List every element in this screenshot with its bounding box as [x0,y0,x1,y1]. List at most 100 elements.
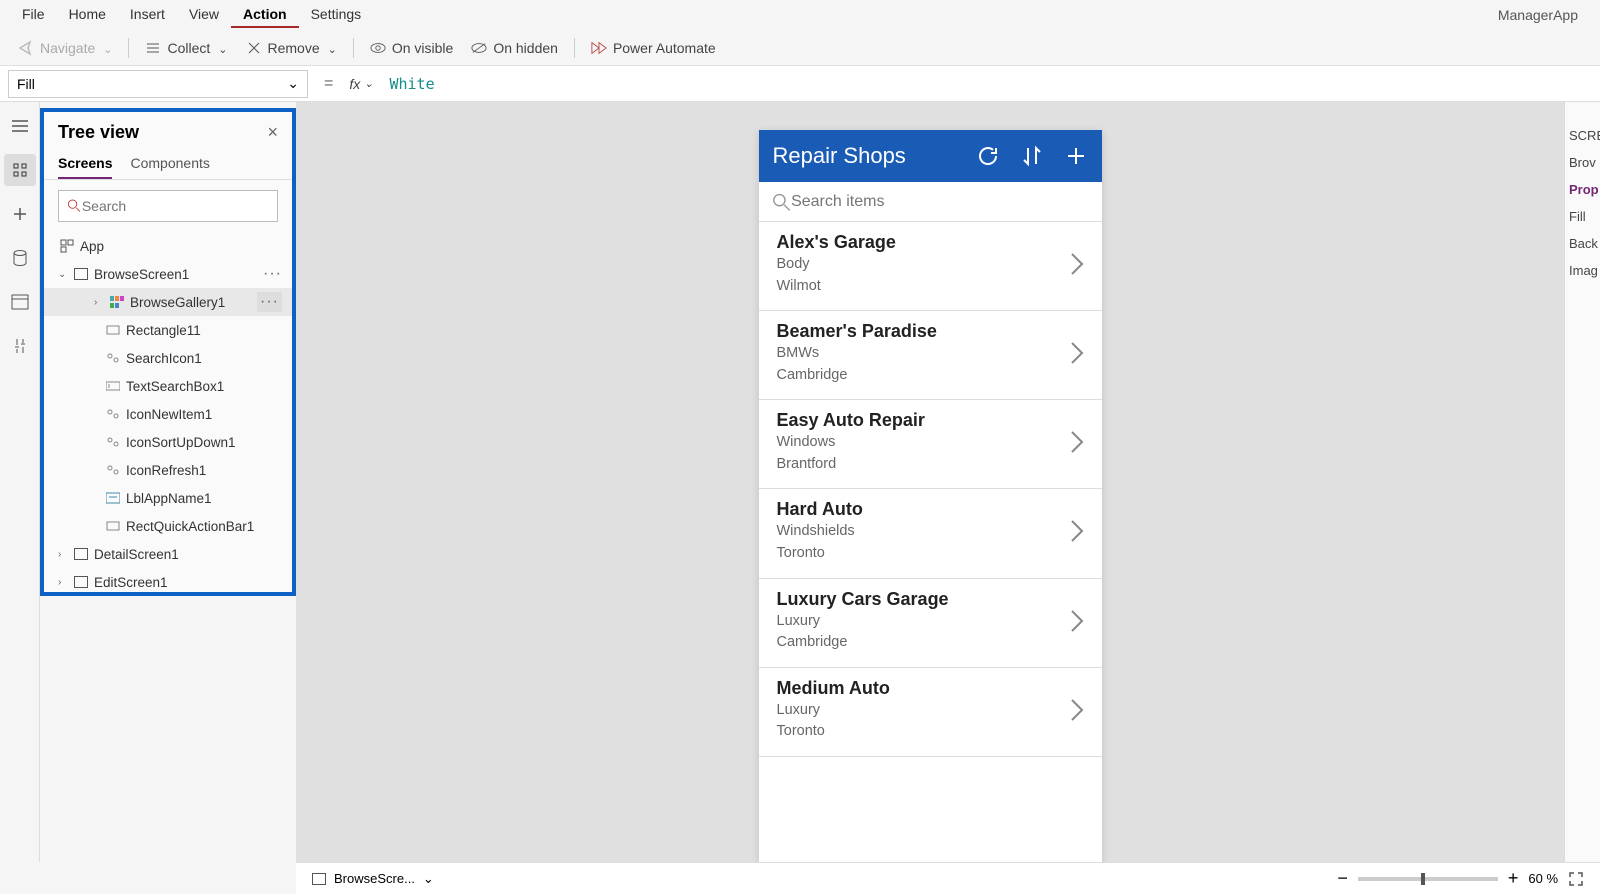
list-item[interactable]: Luxury Cars GarageLuxuryCambridge [759,579,1102,668]
collect-button[interactable]: Collect [137,36,235,60]
zoom-out-button[interactable]: − [1337,868,1348,889]
item-line2: Toronto [777,722,890,742]
icon-control-icon [104,406,122,422]
tree-node-browsegallery1[interactable]: › BrowseGallery1 ··· [44,288,292,316]
app-icon [58,238,76,254]
menu-settings[interactable]: Settings [299,2,374,28]
search-bar[interactable] [759,182,1102,222]
remove-button[interactable]: Remove [238,36,345,60]
close-icon[interactable]: × [267,122,278,143]
on-hidden-button[interactable]: On hidden [463,36,566,60]
tree-node-lblappname1[interactable]: LblAppName1 [44,484,292,512]
tree-node-editscreen1[interactable]: › EditScreen1 [44,568,292,596]
canvas[interactable]: Repair Shops Alex's GarageBodyWi [296,102,1564,862]
menu-action[interactable]: Action [231,2,299,28]
prop-fill[interactable]: Fill [1565,203,1600,230]
item-line1: BMWs [777,344,937,364]
chevron-right-icon[interactable] [1070,430,1084,454]
chevron-right-icon[interactable] [1070,519,1084,543]
item-title: Beamer's Paradise [777,321,937,342]
chevron-right-icon[interactable] [1070,698,1084,722]
list-item[interactable]: Easy Auto RepairWindowsBrantford [759,400,1102,489]
tree-node-app[interactable]: App [44,232,292,260]
more-icon[interactable]: ··· [257,292,282,312]
main-layout: Tree view × Screens Components App ⌄ [0,102,1600,862]
list-item[interactable]: Beamer's ParadiseBMWsCambridge [759,311,1102,400]
tree-tabs: Screens Components [44,147,292,180]
on-visible-button[interactable]: On visible [362,36,461,60]
item-line2: Toronto [777,544,863,564]
list-item[interactable]: Alex's GarageBodyWilmot [759,222,1102,311]
item-line2: Wilmot [777,277,896,297]
tree-search[interactable] [58,190,278,222]
icon-control-icon [104,350,122,366]
menubar-items: File Home Insert View Action Settings [10,2,373,28]
hamburger-icon[interactable] [4,110,36,142]
properties-tab[interactable]: Prop [1565,176,1600,203]
item-line2: Cambridge [777,366,937,386]
search-icon [771,191,792,213]
sort-icon[interactable] [1020,144,1044,168]
chevron-right-icon[interactable]: › [58,549,72,560]
chevron-right-icon[interactable] [1070,252,1084,276]
tree-node-iconnewitem1[interactable]: IconNewItem1 [44,400,292,428]
prop-image[interactable]: Imag [1565,257,1600,284]
app-preview: Repair Shops Alex's GarageBodyWi [759,130,1102,862]
menu-file[interactable]: File [10,2,57,28]
media-icon[interactable] [4,286,36,318]
item-title: Hard Auto [777,499,863,520]
more-icon[interactable]: ··· [263,265,282,283]
menu-insert[interactable]: Insert [118,2,177,28]
list-item[interactable]: Medium AutoLuxuryToronto [759,668,1102,757]
tree-view-icon[interactable] [4,154,36,186]
tree-node-browsescreen1[interactable]: ⌄ BrowseScreen1 ··· [44,260,292,288]
data-icon[interactable] [4,242,36,274]
statusbar: BrowseScre... ⌄ − + 60 % [296,862,1600,894]
control-name: Brov [1565,149,1600,176]
tree-node-rectangle11[interactable]: Rectangle11 [44,316,292,344]
property-dropdown[interactable]: Fill ⌄ [8,70,308,98]
menu-view[interactable]: View [177,2,231,28]
chevron-down-icon [326,40,337,56]
power-automate-icon [591,40,607,56]
menu-home[interactable]: Home [57,2,118,28]
tree-node-textsearchbox1[interactable]: TextSearchBox1 [44,372,292,400]
item-text: Hard AutoWindshieldsToronto [777,499,863,563]
chevron-right-icon[interactable]: › [94,297,108,308]
formula-bar: Fill ⌄ = fx⌄ [0,66,1600,102]
chevron-right-icon[interactable]: › [58,577,72,588]
prop-back[interactable]: Back [1565,230,1600,257]
chevron-down-icon [216,40,227,56]
item-text: Medium AutoLuxuryToronto [777,678,890,742]
rectangle-icon [104,518,122,534]
navigate-button[interactable]: Navigate [10,36,120,60]
tab-components[interactable]: Components [130,151,209,179]
tree-node-iconrefresh1[interactable]: IconRefresh1 [44,456,292,484]
zoom-in-button[interactable]: + [1508,868,1519,889]
chevron-down-icon[interactable]: ⌄ [58,269,72,280]
search-input[interactable] [791,193,1089,211]
power-automate-button[interactable]: Power Automate [583,36,724,60]
tools-icon[interactable] [4,330,36,362]
screen-selector[interactable]: BrowseScre... ⌄ [312,871,434,887]
refresh-icon[interactable] [976,144,1000,168]
tab-screens[interactable]: Screens [58,151,112,179]
tree-node-detailscreen1[interactable]: › DetailScreen1 [44,540,292,568]
separator [353,38,354,58]
tree-node-searchicon1[interactable]: SearchIcon1 [44,344,292,372]
fx-button[interactable]: fx⌄ [341,76,381,92]
fullscreen-icon[interactable] [1568,871,1584,887]
tree-node-iconsortupdown1[interactable]: IconSortUpDown1 [44,428,292,456]
equals-label: = [316,75,341,93]
tree-search-input[interactable] [82,198,269,214]
tree-node-rectquickactionbar1[interactable]: RectQuickActionBar1 [44,512,292,540]
formula-input[interactable] [381,70,1600,98]
add-icon[interactable] [1064,144,1088,168]
list-item[interactable]: Hard AutoWindshieldsToronto [759,489,1102,578]
rectangle-icon [104,322,122,338]
insert-icon[interactable] [4,198,36,230]
chevron-right-icon[interactable] [1070,609,1084,633]
gallery-list: Alex's GarageBodyWilmotBeamer's Paradise… [759,222,1102,757]
zoom-slider[interactable] [1358,877,1498,881]
chevron-right-icon[interactable] [1070,341,1084,365]
